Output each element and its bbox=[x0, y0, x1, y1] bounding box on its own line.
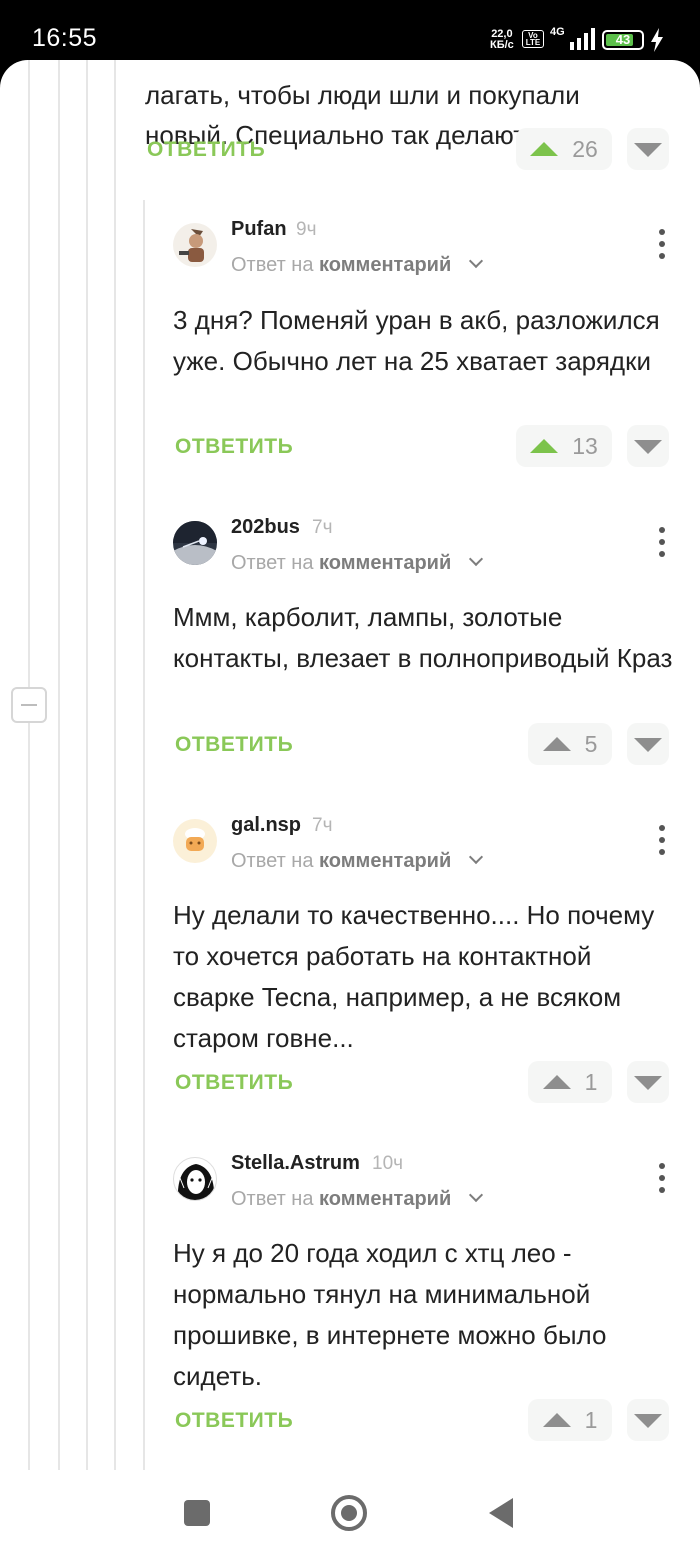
battery-icon: 43 bbox=[602, 30, 644, 50]
downvote-button[interactable] bbox=[627, 1061, 669, 1103]
answer-prefix: Ответ на bbox=[231, 254, 314, 276]
upvote-arrow-icon bbox=[542, 737, 571, 751]
answer-to[interactable]: Ответ на комментарий bbox=[231, 850, 451, 873]
chevron-down-icon[interactable] bbox=[468, 1187, 484, 1203]
upvote-arrow-icon bbox=[542, 1075, 571, 1089]
downvote-arrow-icon bbox=[634, 143, 662, 157]
parent-reply-button[interactable]: ОТВЕТИТЬ bbox=[147, 138, 265, 162]
battery-level: 43 bbox=[615, 32, 631, 47]
vote-count: 1 bbox=[584, 1406, 598, 1433]
network-speed: 22,0 КБ/с bbox=[490, 29, 514, 51]
avatar[interactable] bbox=[173, 1157, 217, 1201]
time-ago: 10ч bbox=[372, 1153, 404, 1174]
system-nav-bar bbox=[0, 1470, 700, 1556]
vote-count: 5 bbox=[584, 730, 598, 757]
collapse-thread-button[interactable] bbox=[11, 687, 47, 723]
more-options-icon[interactable] bbox=[652, 227, 672, 261]
signal-icon bbox=[570, 28, 595, 50]
upvote-button[interactable]: 5 bbox=[528, 723, 612, 765]
parent-downvote-button[interactable] bbox=[627, 128, 669, 170]
downvote-button[interactable] bbox=[627, 425, 669, 467]
parent-upvote-button[interactable]: 26 bbox=[516, 128, 612, 170]
answer-to[interactable]: Ответ на комментарий bbox=[231, 1188, 451, 1211]
chevron-down-icon[interactable] bbox=[468, 551, 484, 567]
time-ago: 7ч bbox=[312, 517, 333, 538]
thread-line bbox=[58, 60, 60, 1470]
comments-panel[interactable]: лагать, чтобы люди шли и покупали новый.… bbox=[0, 60, 700, 1470]
chevron-down-icon[interactable] bbox=[468, 849, 484, 865]
comment-text: Ну я до 20 года ходил с хтц лео - нормал… bbox=[173, 1238, 607, 1391]
more-options-icon[interactable] bbox=[652, 823, 672, 857]
upvote-button[interactable]: 1 bbox=[528, 1061, 612, 1103]
clock: 16:55 bbox=[32, 24, 98, 52]
reply-button[interactable]: ОТВЕТИТЬ bbox=[175, 435, 293, 459]
network-type: 4G bbox=[550, 26, 565, 38]
vote-count: 26 bbox=[572, 135, 598, 162]
reply-button[interactable]: ОТВЕТИТЬ bbox=[175, 733, 293, 757]
comment-text: 3 дня? Поменяй уран в акб, разложился уж… bbox=[173, 305, 660, 376]
avatar[interactable] bbox=[173, 223, 217, 267]
upvote-button[interactable]: 13 bbox=[516, 425, 612, 467]
avatar-image bbox=[185, 828, 205, 851]
reply-button[interactable]: ОТВЕТИТЬ bbox=[175, 1071, 293, 1095]
downvote-arrow-icon bbox=[634, 440, 662, 454]
answer-target: комментарий bbox=[319, 850, 452, 872]
answer-target: комментарий bbox=[319, 254, 452, 276]
upvote-arrow-icon bbox=[530, 439, 559, 453]
home-circle-icon[interactable] bbox=[331, 1495, 367, 1531]
chevron-down-icon[interactable] bbox=[468, 253, 484, 269]
vote-count: 1 bbox=[584, 1068, 598, 1095]
downvote-arrow-icon bbox=[634, 1076, 662, 1090]
username[interactable]: gal.nsp bbox=[231, 814, 301, 837]
downvote-button[interactable] bbox=[627, 723, 669, 765]
vote-count: 13 bbox=[572, 432, 598, 459]
answer-prefix: Ответ на bbox=[231, 850, 314, 872]
upvote-arrow-icon bbox=[542, 1413, 571, 1427]
time-ago: 7ч bbox=[312, 815, 333, 836]
avatar[interactable] bbox=[173, 521, 217, 565]
recents-square-icon[interactable] bbox=[184, 1500, 210, 1526]
back-triangle-icon[interactable] bbox=[489, 1498, 513, 1528]
answer-target: комментарий bbox=[319, 1188, 452, 1210]
username[interactable]: Pufan bbox=[231, 218, 287, 241]
avatar-image bbox=[179, 229, 204, 262]
thread-line bbox=[86, 60, 88, 1470]
upvote-button[interactable]: 1 bbox=[528, 1399, 612, 1441]
username[interactable]: Stella.Astrum bbox=[231, 1152, 360, 1175]
thread-line bbox=[114, 60, 116, 1470]
downvote-arrow-icon bbox=[634, 1414, 662, 1428]
charging-bolt-icon bbox=[651, 28, 663, 52]
downvote-button[interactable] bbox=[627, 1399, 669, 1441]
username[interactable]: 202bus bbox=[231, 516, 300, 539]
answer-prefix: Ответ на bbox=[231, 1188, 314, 1210]
time-ago: 9ч bbox=[296, 219, 317, 240]
answer-to[interactable]: Ответ на комментарий bbox=[231, 254, 451, 277]
more-options-icon[interactable] bbox=[652, 525, 672, 559]
avatar-image bbox=[173, 521, 217, 565]
answer-to[interactable]: Ответ на комментарий bbox=[231, 552, 451, 575]
answer-prefix: Ответ на bbox=[231, 552, 314, 574]
comment-text: Ммм, карболит, лампы, золотые контакты, … bbox=[173, 602, 673, 673]
comment-text: Ну делали то качественно.... Но почему т… bbox=[173, 900, 655, 1053]
volte-icon: Vo LTE bbox=[522, 30, 544, 48]
thread-line bbox=[28, 60, 30, 1470]
downvote-arrow-icon bbox=[634, 738, 662, 752]
avatar[interactable] bbox=[173, 819, 217, 863]
answer-target: комментарий bbox=[319, 552, 452, 574]
upvote-arrow-icon bbox=[530, 142, 559, 156]
more-options-icon[interactable] bbox=[652, 1161, 672, 1195]
avatar-image bbox=[177, 1164, 215, 1200]
reply-thread-line bbox=[143, 200, 145, 1470]
network-speed-unit: КБ/с bbox=[490, 39, 514, 51]
reply-button[interactable]: ОТВЕТИТЬ bbox=[175, 1409, 293, 1433]
